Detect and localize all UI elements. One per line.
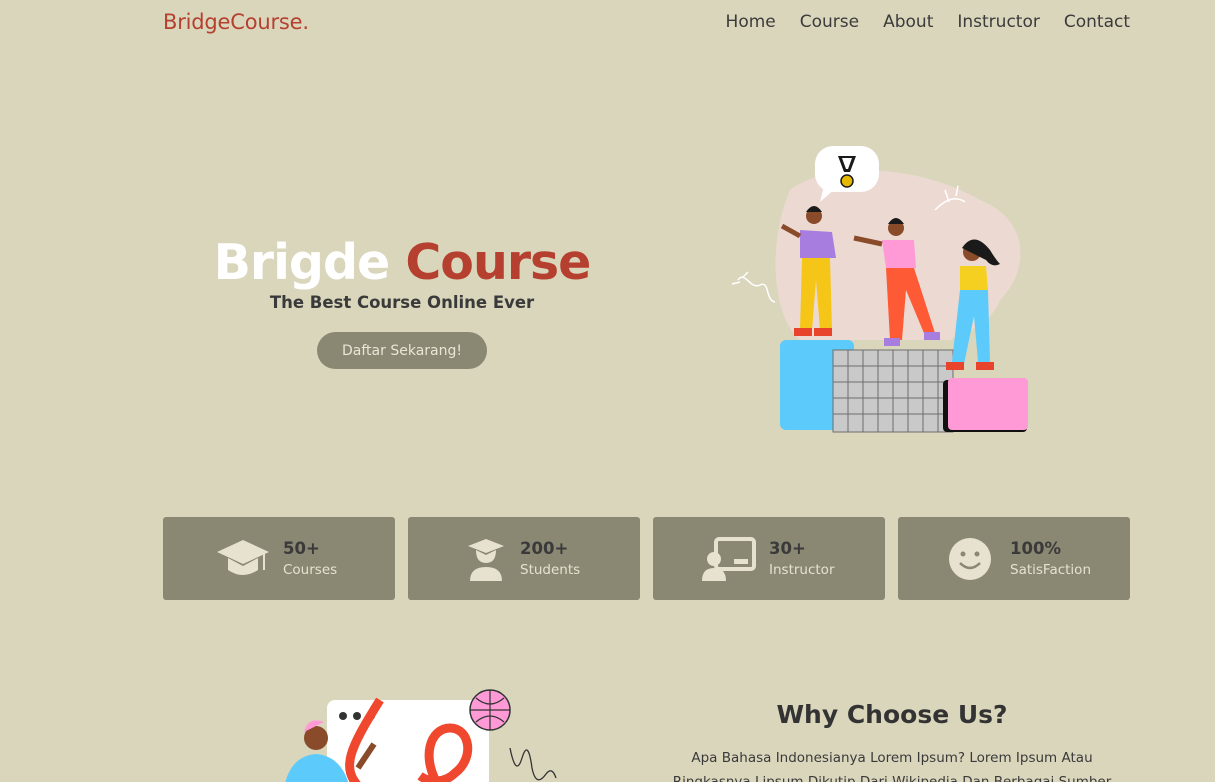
why-body: Apa Bahasa Indonesianya Lorem Ipsum? Lor… <box>672 750 1112 782</box>
nav-link-about[interactable]: About <box>883 12 933 32</box>
stat-label: SatisFaction <box>1010 562 1091 578</box>
hero-title-red: Course <box>405 234 591 291</box>
graduation-cap-icon <box>215 535 271 583</box>
hero-title-white: Brigde <box>213 234 391 291</box>
hero-illustration <box>731 146 1028 433</box>
stat-card-students: 200+ Students <box>408 517 640 600</box>
nav-link-home[interactable]: Home <box>726 12 776 32</box>
register-button[interactable]: Daftar Sekarang! <box>317 332 487 369</box>
instructor-icon <box>701 535 757 583</box>
stat-value: 50+ <box>283 539 320 558</box>
stat-value: 30+ <box>769 539 806 558</box>
hero-subtitle: The Best Course Online Ever <box>269 293 535 312</box>
hero-text: Brigde Course The Best Course Online Eve… <box>163 232 641 369</box>
stat-value: 100% <box>1010 539 1061 558</box>
why-illustration <box>285 689 557 782</box>
nav-menu: Home Course About Instructor Contact <box>726 12 1130 32</box>
stat-card-courses: 50+ Courses <box>163 517 395 600</box>
nav-link-contact[interactable]: Contact <box>1064 12 1130 32</box>
student-icon <box>464 535 508 583</box>
stat-label: Instructor <box>769 562 835 578</box>
stat-card-instructor: 30+ Instructor <box>653 517 885 600</box>
stats-row: 50+ Courses 200+ Students 30+ Instructor… <box>163 517 1130 600</box>
stat-label: Students <box>520 562 581 578</box>
nav-link-course[interactable]: Course <box>800 12 859 32</box>
stat-label: Courses <box>283 562 338 578</box>
navbar: BridgeCourse. Home Course About Instruct… <box>0 0 1215 48</box>
stat-card-satisfaction: 100% SatisFaction <box>898 517 1130 600</box>
smile-icon <box>942 535 998 583</box>
brand-logo[interactable]: BridgeCourse. <box>163 10 309 34</box>
hero-title: Brigde Course <box>163 232 641 294</box>
stat-value: 200+ <box>520 539 569 558</box>
nav-link-instructor[interactable]: Instructor <box>957 12 1039 32</box>
why-title: Why Choose Us? <box>776 700 1008 729</box>
